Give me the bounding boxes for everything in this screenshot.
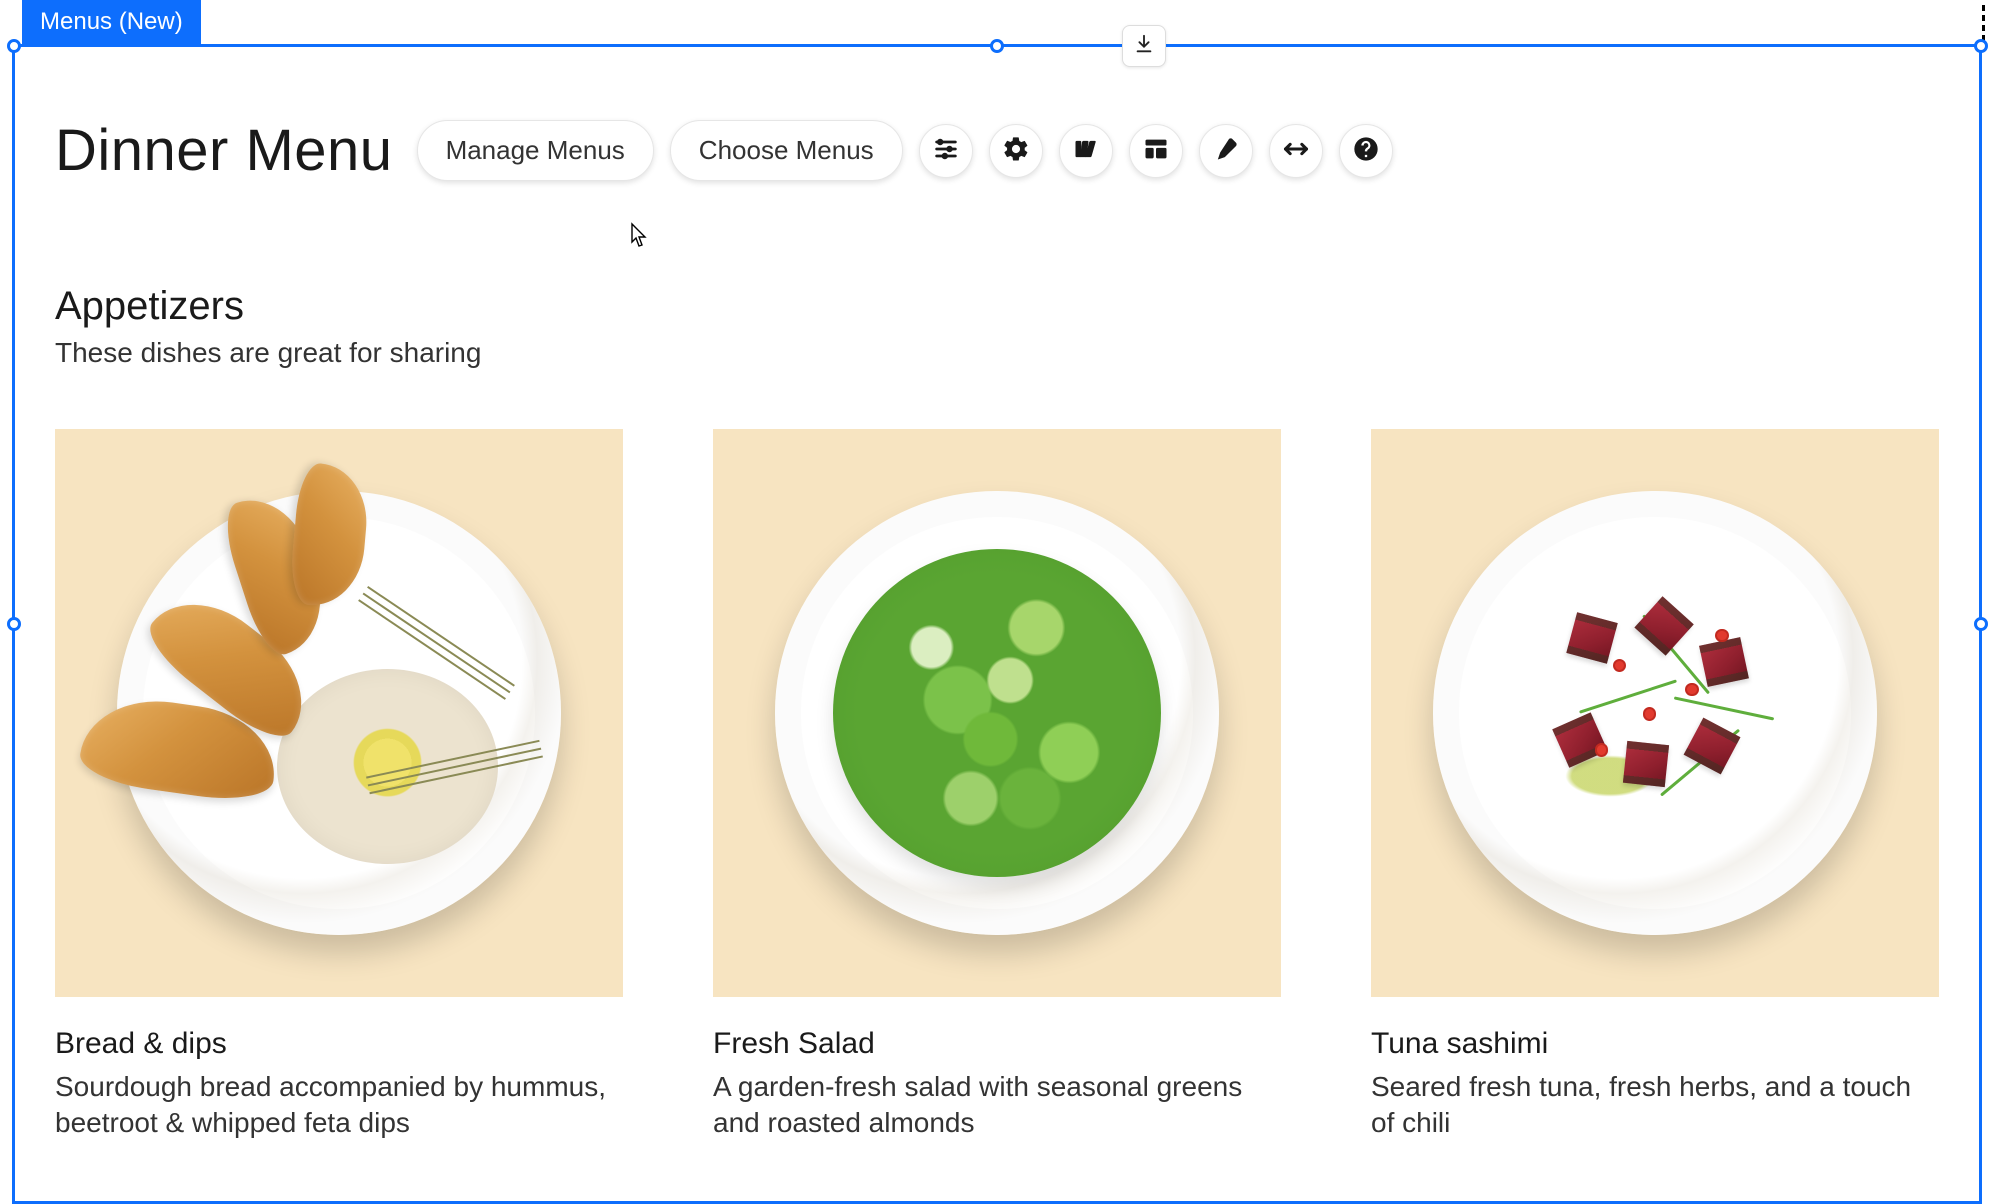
top-right-indicator xyxy=(1982,5,1985,41)
menu-item-image xyxy=(55,429,623,997)
download-button[interactable] xyxy=(1122,25,1166,67)
stretch-button[interactable] xyxy=(1269,124,1323,178)
widget-content: Dinner Menu Manage Menus Choose Menus xyxy=(15,47,1979,1201)
gear-icon xyxy=(1002,135,1030,166)
choose-menus-button[interactable]: Choose Menus xyxy=(670,120,903,181)
page-title: Dinner Menu xyxy=(55,117,393,184)
cursor-pointer-icon xyxy=(623,222,651,259)
brush-icon xyxy=(1212,135,1240,166)
section-subtitle: These dishes are great for sharing xyxy=(55,337,1939,369)
animation-icon xyxy=(1072,135,1100,166)
manage-menus-button[interactable]: Manage Menus xyxy=(417,120,654,181)
items-grid: Bread & dips Sourdough bread accompanied… xyxy=(55,429,1939,1142)
menu-item-name: Fresh Salad xyxy=(713,1027,1281,1061)
menu-item-description: Seared fresh tuna, fresh herbs, and a to… xyxy=(1371,1069,1939,1142)
menu-item-card[interactable]: Fresh Salad A garden-fresh salad with se… xyxy=(713,429,1281,1142)
menu-item-description: Sourdough bread accompanied by hummus, b… xyxy=(55,1069,623,1142)
section-title: Appetizers xyxy=(55,284,1939,329)
help-button[interactable] xyxy=(1339,124,1393,178)
help-icon xyxy=(1352,135,1380,166)
layout-icon xyxy=(1142,135,1170,166)
selection-frame: Dinner Menu Manage Menus Choose Menus xyxy=(12,44,1982,1204)
stretch-horizontal-icon xyxy=(1282,135,1310,166)
menu-item-card[interactable]: Tuna sashimi Seared fresh tuna, fresh he… xyxy=(1371,429,1939,1142)
menu-item-name: Tuna sashimi xyxy=(1371,1027,1939,1061)
menu-item-description: A garden-fresh salad with seasonal green… xyxy=(713,1069,1281,1142)
design-button[interactable] xyxy=(1199,124,1253,178)
menu-item-image xyxy=(1371,429,1939,997)
filters-button[interactable] xyxy=(919,124,973,178)
menu-item-image xyxy=(713,429,1281,997)
manage-menus-label: Manage Menus xyxy=(446,135,625,165)
widget-tag[interactable]: Menus (New) xyxy=(22,0,201,46)
settings-button[interactable] xyxy=(989,124,1043,178)
floating-toolbar: Manage Menus Choose Menus xyxy=(417,120,1393,181)
sliders-icon xyxy=(932,135,960,166)
widget-tag-label: Menus (New) xyxy=(40,8,183,35)
choose-menus-label: Choose Menus xyxy=(699,135,874,165)
menu-item-name: Bread & dips xyxy=(55,1027,623,1061)
download-icon xyxy=(1133,33,1155,60)
animation-button[interactable] xyxy=(1059,124,1113,178)
menu-item-card[interactable]: Bread & dips Sourdough bread accompanied… xyxy=(55,429,623,1142)
layout-button[interactable] xyxy=(1129,124,1183,178)
